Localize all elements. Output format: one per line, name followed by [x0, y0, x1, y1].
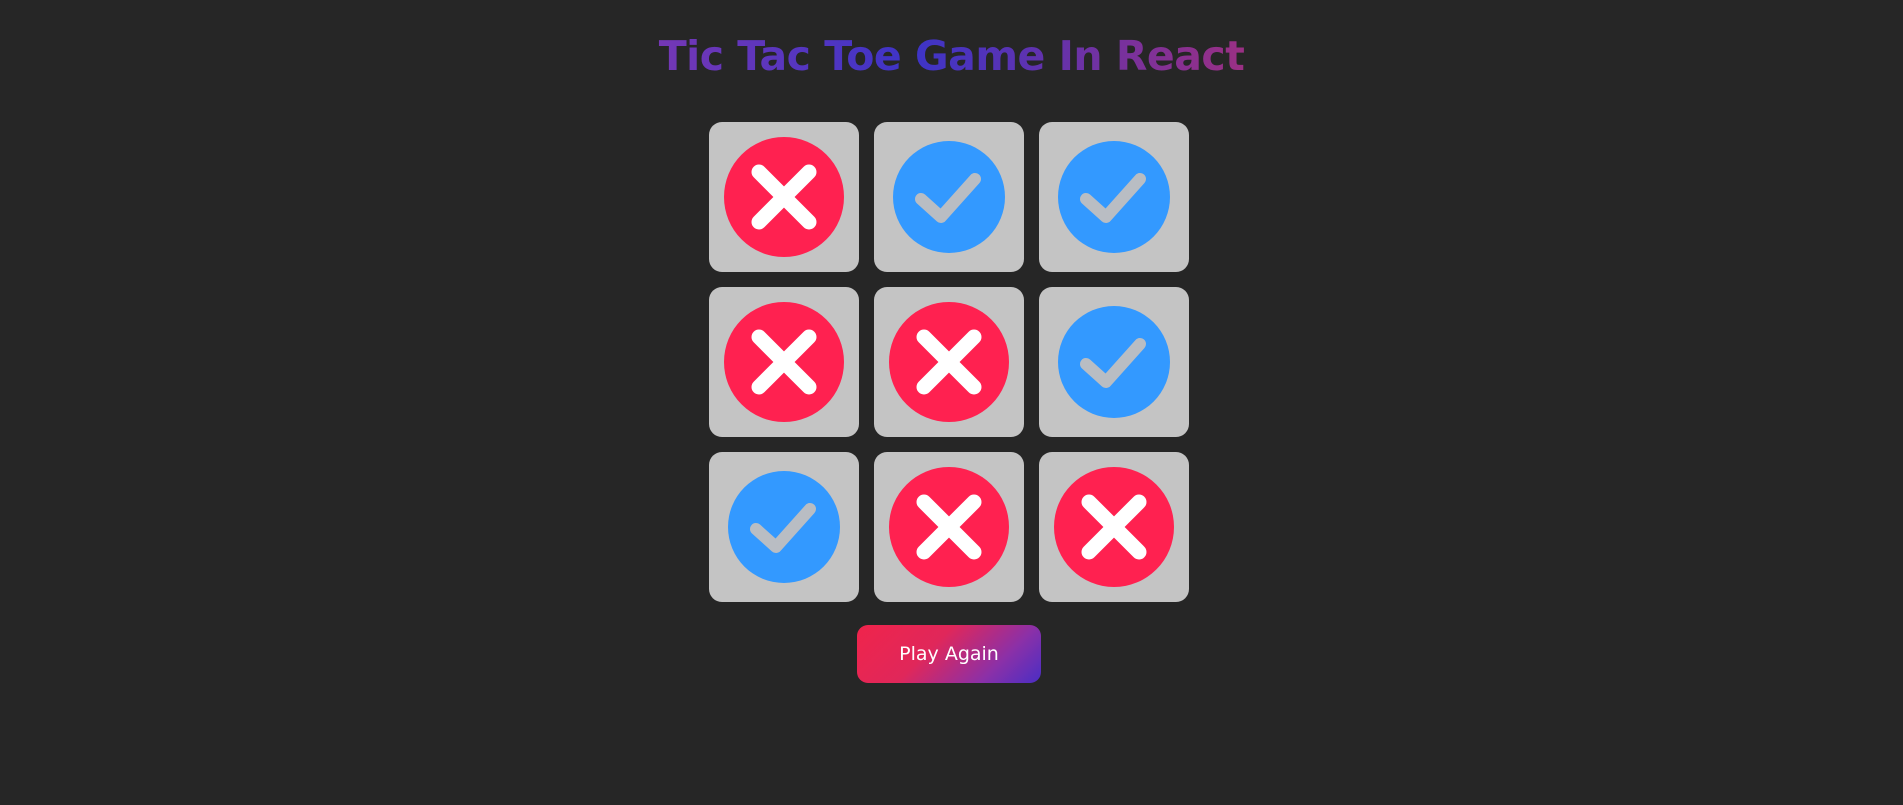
play-again-button[interactable]: Play Again: [857, 625, 1041, 683]
x-icon: [889, 302, 1009, 422]
board-cell-1[interactable]: [709, 122, 859, 272]
board-cell-8[interactable]: [874, 452, 1024, 602]
x-icon: [724, 302, 844, 422]
x-icon: [889, 467, 1009, 587]
check-icon: [1054, 302, 1174, 422]
board-cell-9[interactable]: [1039, 452, 1189, 602]
check-icon: [1054, 137, 1174, 257]
check-icon: [889, 137, 1009, 257]
board-cell-7[interactable]: [709, 452, 859, 602]
board-cell-2[interactable]: [874, 122, 1024, 272]
board-cell-5[interactable]: [874, 287, 1024, 437]
page-title: Tic Tac Toe Game In React: [0, 26, 1903, 86]
x-icon: [1054, 467, 1174, 587]
game-board: [709, 122, 1189, 602]
x-icon: [724, 137, 844, 257]
check-icon: [724, 467, 844, 587]
board-cell-3[interactable]: [1039, 122, 1189, 272]
board-cell-4[interactable]: [709, 287, 859, 437]
board-cell-6[interactable]: [1039, 287, 1189, 437]
